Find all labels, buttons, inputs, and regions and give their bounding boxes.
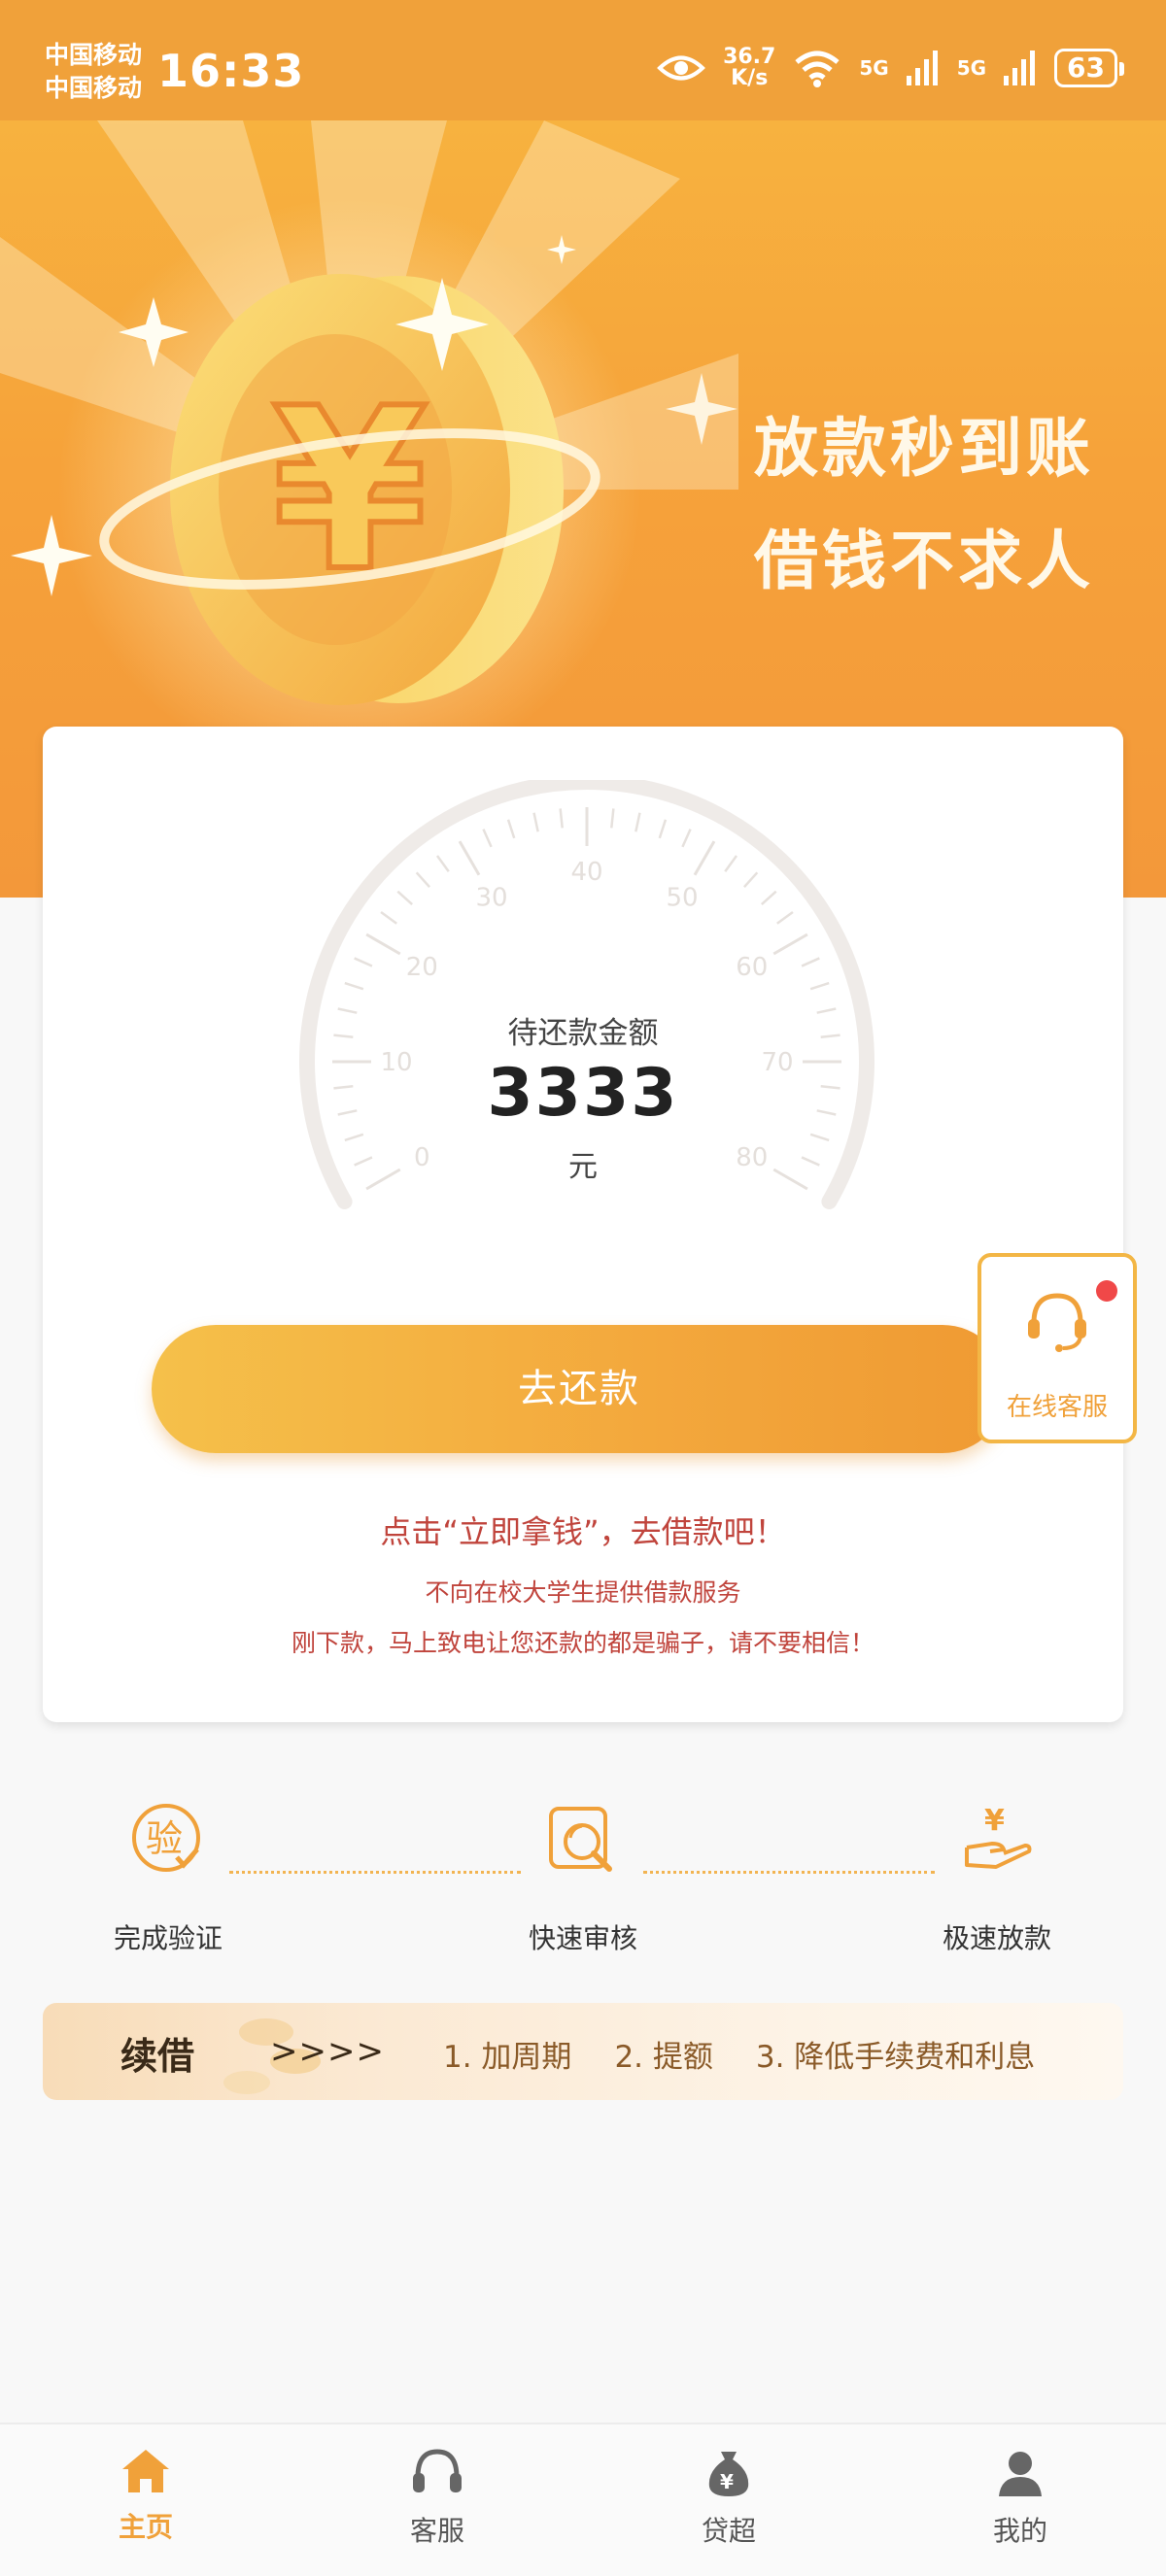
slogan-line-1: 放款秒到账 [754,411,1094,486]
carrier-1: 中国移动 [45,41,143,69]
gauge-minor-tick [344,1133,364,1142]
pending-amount-value: 3333 [487,1055,679,1132]
headset-icon [1028,1293,1086,1352]
gauge-minor-tick [761,890,777,905]
nav-service-label: 客服 [409,2515,464,2547]
bottom-nav: 主页 客服 ¥ 贷超 我的 [0,2423,1166,2576]
verify-icon: 验 [132,1804,200,1872]
gauge-tick-label: 30 [475,883,507,912]
nav-mine-label: 我的 [992,2515,1047,2547]
loan-steps: 验 完成验证 快速审核 ¥ 极速放款 [0,1797,1166,1962]
step-verify-label: 完成验证 [113,1922,223,1954]
gauge-minor-tick [396,890,413,905]
slogan-line-2: 借钱不求人 [754,524,1094,598]
gauge-minor-tick [354,957,373,967]
gauge-minor-tick [809,1133,830,1142]
nav-service[interactable]: 客服 [360,2446,515,2549]
gauge-minor-tick [776,910,794,925]
gauge-tick-label: 50 [666,883,698,912]
nav-home-label: 主页 [118,2511,173,2543]
step-connector-1 [229,1871,521,1874]
gauge-minor-tick [532,812,539,832]
step-disburse: ¥ 极速放款 [900,1797,1094,1956]
battery-indicator: 63 [1054,49,1124,87]
signal-5g-label-1: 5G [859,56,889,80]
amount-unit: 元 [568,1150,598,1184]
student-notice-text: 不向在校大学生提供借款服务 [425,1578,741,1607]
gauge-minor-tick [801,957,820,967]
renew-benefit-item: 3. 降低手续费和利息 [755,2040,1036,2075]
gauge-minor-tick [482,829,493,848]
gauge-major-tick [365,932,401,956]
notification-dot [1096,1280,1117,1302]
wifi-icon [795,51,840,87]
renew-loan-banner[interactable]: 续借 >>>> 1. 加周期 2. 提额 3. 降低手续费和利息 [43,2003,1123,2100]
fast-loan-icon: ¥ [965,1804,1032,1869]
banner-slogan: 放款秒到账 借钱不求人 [754,392,1094,618]
fraud-warning-text: 刚下款，马上致电让您还款的都是骗子，请不要相信！ [291,1629,874,1657]
home-icon [122,2450,169,2492]
pending-amount-label: 待还款金额 [507,1016,659,1051]
status-icons: 36.7 K/s 5G 5G 63 [657,45,1124,90]
net-speed: 36.7 K/s [723,45,776,90]
nav-home[interactable]: 主页 [68,2446,223,2545]
gauge-minor-tick [809,981,830,991]
borrow-prompt-text: 点击“立即拿钱”，去借款吧！ [380,1513,786,1550]
online-service-button[interactable]: 在线客服 [977,1253,1137,1443]
gauge-minor-tick [658,819,668,839]
gauge-minor-tick [743,871,759,888]
step-review-label: 快速审核 [528,1922,637,1954]
gauge-minor-tick [506,819,516,839]
fast-loan-icon-glyph: ¥ [984,1804,1005,1838]
gauge-major-tick [458,840,481,876]
gauge-tick-label: 60 [736,953,768,982]
gauge-minor-tick [415,871,430,888]
status-time: 16:33 [157,45,305,97]
signal-5g-label-2: 5G [956,56,987,80]
gauge-minor-tick [724,855,738,872]
status-bar: 中国移动 中国移动 16:33 36.7 K/s 5G 5G 63 [0,0,1166,120]
step-disburse-label: 极速放款 [942,1922,1051,1954]
renew-title: 续借 [120,2035,195,2078]
renew-benefit-item: 2. 提额 [614,2040,713,2075]
user-icon [999,2452,1042,2496]
carrier-labels: 中国移动 中国移动 [45,39,142,105]
gauge-minor-tick [344,981,364,991]
eye-icon [657,55,705,81]
gauge-major-tick [693,840,716,876]
gauge-tick-label: 20 [406,953,438,982]
renew-benefit-item: 1. 加周期 [443,2040,572,2075]
signal-bars-icon-2 [1004,51,1036,85]
gauge-minor-tick [380,910,397,925]
step-verify: 验 完成验证 [71,1797,265,1956]
money-bag-glyph: ¥ [720,2470,734,2493]
gauge-minor-tick [435,855,450,872]
gauge-tick-label: 40 [570,858,602,887]
gauge-minor-tick [634,812,641,832]
review-search-icon [549,1807,612,1872]
verify-icon-glyph: 验 [146,1817,183,1860]
gauge-minor-tick [610,808,615,829]
nav-loan-market[interactable]: ¥ 贷超 [651,2446,806,2549]
repay-button[interactable]: 去还款 [152,1325,1007,1453]
nav-mine[interactable]: 我的 [943,2446,1098,2549]
carrier-2: 中国移动 [45,74,143,102]
renew-arrows: >>>> [270,2032,385,2071]
step-review: 快速审核 [486,1797,680,1956]
signal-bars-icon-1 [906,51,938,85]
repayment-card: 0 10 20 30 40 50 60 70 80 待还款金额 3333 元 去还款 点击“立即… [43,727,1123,1722]
gauge-major-tick [772,932,808,956]
nav-loan-market-label: 贷超 [701,2515,756,2547]
online-service-label: 在线客服 [1006,1393,1108,1422]
money-bag-icon: ¥ [708,2452,749,2496]
gauge-minor-tick [681,829,692,848]
step-connector-2 [643,1871,935,1874]
renew-benefits: 1. 加周期 2. 提额 3. 降低手续费和利息 [443,2032,1035,2076]
gauge-minor-tick [559,808,564,829]
headset-icon [413,2449,462,2492]
